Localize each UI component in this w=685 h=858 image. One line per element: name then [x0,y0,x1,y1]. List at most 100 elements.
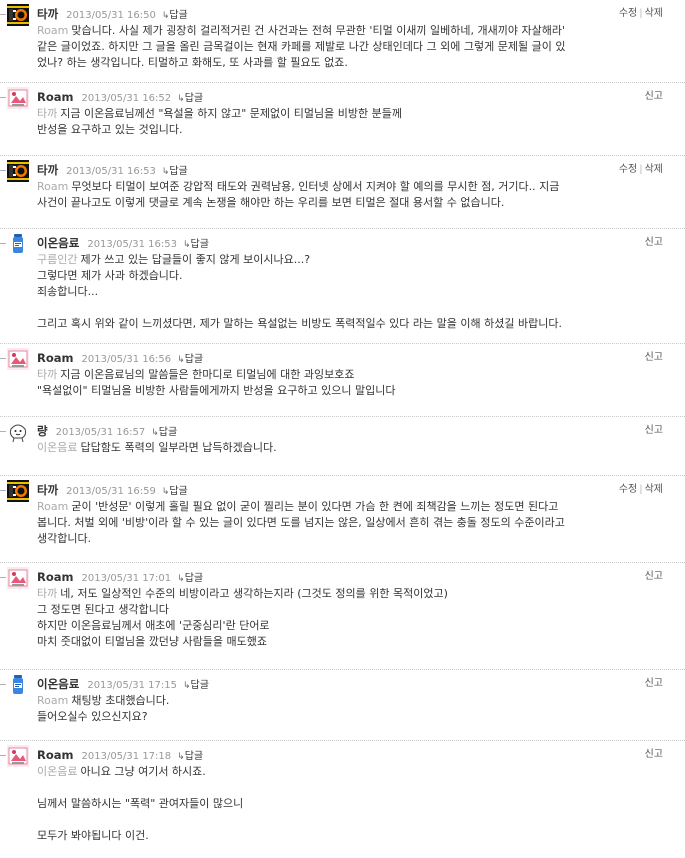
delete-button[interactable]: 삭제 [645,484,663,495]
report-button[interactable]: 신고 [645,571,663,582]
comment-line: 하지만 이온음료님께서 애초에 '군중심리'란 단어로 [37,618,663,634]
reply-target-nickname[interactable]: 타까 [37,368,57,381]
comment-line: 봅니다. 처벌 외에 '비방'이라 할 수 있는 글이 있다면 도를 넘지는 않… [37,515,663,531]
comment-line: 사건이 끝나고도 이렇게 댓글로 계속 논쟁을 해야만 하는 우리를 보면 티멀… [37,195,663,211]
comment-header: Roam 2013/05/31 16:56 ↳답글 [37,350,203,366]
comment-line: 었나? 하는 생각입니다. 티멀하고 화해도, 또 사과를 할 필요도 없죠. [37,55,663,71]
reply-button[interactable]: ↳답글 [162,486,188,497]
author-nickname[interactable]: 타까 [37,483,58,497]
taka-avatar-icon[interactable] [7,480,29,502]
delete-button[interactable]: 삭제 [645,164,663,175]
reply-target-nickname[interactable]: Roam [37,180,68,193]
reply-label: 답글 [184,573,204,584]
reply-target-nickname[interactable]: 이온음료 [37,441,77,454]
comment-header: 타까 2013/05/31 16:53 ↳답글 [37,162,188,178]
taka-avatar-icon[interactable] [7,160,29,182]
author-nickname[interactable]: 이온음료 [37,677,79,691]
reply-button[interactable]: ↳답글 [177,354,203,365]
reply-target-nickname[interactable]: Roam [37,24,68,37]
comment-text: 제가 쓰고 있는 답글들이 좋지 않게 보이시나요...? [80,253,311,266]
roam-avatar-icon[interactable] [7,745,29,767]
comment-text: 같은 글이었죠. 하지만 그 글을 올린 금목걸이는 현재 카페를 제발로 나간… [37,40,566,53]
comment-actions: 신고 [645,747,663,763]
comment-text: 채팅방 초대했습니다. [71,694,170,707]
reply-button[interactable]: ↳답글 [162,10,188,21]
comment-text: 죄송합니다... [37,285,99,298]
delete-button[interactable]: 삭제 [645,8,663,19]
comment-line: 타까 지금 이온음료님의 말씀들은 한마디로 티멀님에 대한 과잉보호죠 [37,367,663,383]
comment-body: Roam 맞습니다. 사실 제가 굉장히 걸리적거린 건 사건과는 전혀 무관한 … [37,23,663,71]
comment-header: Roam 2013/05/31 17:01 ↳답글 [37,569,203,585]
author-nickname[interactable]: Roam [37,351,74,365]
comment-line: Roam 무엇보다 티멀이 보여준 강압적 태도와 권력남용, 인터넷 상에서 지… [37,179,663,195]
reply-button[interactable]: ↳답글 [183,680,209,691]
reply-target-nickname[interactable]: 구름인간 [37,253,77,266]
report-button[interactable]: 신고 [645,425,663,436]
comment-date: 2013/05/31 16:50 [66,10,156,21]
comment-text: 무엇보다 티멀이 보여준 강압적 태도와 권력남용, 인터넷 상에서 지켜야 할… [71,180,560,193]
roam-avatar-icon[interactable] [7,567,29,589]
author-nickname[interactable]: 타까 [37,7,58,21]
comment-actions: 신고 [645,569,663,585]
reply-indent-line [0,490,6,491]
edit-button[interactable]: 수정 [619,8,637,19]
reply-button[interactable]: ↳답글 [183,239,209,250]
comment-actions: 수정 | 삭제 [619,162,663,178]
ion-avatar-icon[interactable] [7,674,29,696]
comment-item: 량 2013/05/31 16:57 ↳답글 신고 이온음료 답답함도 폭력의 일부라면 … [0,417,685,476]
reply-target-nickname[interactable]: Roam [37,694,68,707]
comment-line: 그 정도면 된다고 생각합니다 [37,602,663,618]
comment-body: Roam 채팅방 초대했습니다. 들어오실수 있으신지요? [37,693,663,725]
edit-button[interactable]: 수정 [619,164,637,175]
reply-button[interactable]: ↳답글 [177,573,203,584]
reply-button[interactable]: ↳답글 [162,166,188,177]
comment-line: Roam 굳이 '반성문' 이렇게 홀릴 필요 없이 굳이 찔리는 분이 있다면 … [37,499,663,515]
reply-indent-line [0,755,6,756]
taka-avatar-icon[interactable] [7,4,29,26]
ion-avatar-icon[interactable] [7,233,29,255]
roam-avatar-icon[interactable] [7,348,29,370]
reply-button[interactable]: ↳답글 [151,427,177,438]
report-button[interactable]: 신고 [645,749,663,760]
author-nickname[interactable]: Roam [37,748,74,762]
author-nickname[interactable]: 량 [37,424,48,438]
comment-body: 타까 지금 이온음료님께선 "욕설을 하지 않고" 문제없이 티멀님을 비방한 분… [37,106,663,138]
author-nickname[interactable]: 타까 [37,163,58,177]
comment-line: 들어오실수 있으신지요? [37,709,663,725]
reply-label: 답글 [158,427,178,438]
comment-item: Roam 2013/05/31 16:56 ↳답글 신고타까 지금 이온음료님의 말씀들… [0,344,685,417]
author-nickname[interactable]: 이온음료 [37,236,79,250]
comment-actions: 신고 [645,676,663,692]
reply-button[interactable]: ↳답글 [177,93,203,104]
comment-line: 이온음료 아니요 그냥 여기서 하시죠. [37,764,663,780]
comment-actions: 신고 [645,423,663,439]
author-nickname[interactable]: Roam [37,90,74,104]
report-button[interactable]: 신고 [645,352,663,363]
reply-target-nickname[interactable]: 타까 [37,587,57,600]
reply-target-nickname[interactable]: 이온음료 [37,765,77,778]
comment-text: 반성을 요구하고 있는 것입니다. [37,123,183,136]
comment-actions: 신고 [645,89,663,105]
comment-line: Roam 맞습니다. 사실 제가 굉장히 걸리적거린 건 사건과는 전혀 무관한 … [37,23,663,39]
comment-text: 었나? 하는 생각입니다. 티멀하고 화해도, 또 사과를 할 필요도 없죠. [37,56,348,69]
reply-label: 답글 [184,751,204,762]
roam-avatar-icon[interactable] [7,87,29,109]
comment-actions: 신고 [645,350,663,366]
comment-header: Roam 2013/05/31 16:52 ↳답글 [37,89,203,105]
report-button[interactable]: 신고 [645,237,663,248]
reply-arrow-icon: ↳ [177,752,185,762]
comment-body: Roam 무엇보다 티멀이 보여준 강압적 태도와 권력남용, 인터넷 상에서 지… [37,179,663,211]
reply-label: 답글 [190,680,209,691]
reply-target-nickname[interactable]: 타까 [37,107,57,120]
report-button[interactable]: 신고 [645,91,663,102]
reply-button[interactable]: ↳답글 [177,751,203,762]
author-nickname[interactable]: Roam [37,570,74,584]
comment-text: 봅니다. 처벌 외에 '비방'이라 할 수 있는 글이 있다면 도를 넘지는 않… [37,516,565,529]
comment-actions: 수정 | 삭제 [619,482,663,498]
reply-target-nickname[interactable]: Roam [37,500,68,513]
ryang-avatar-icon[interactable] [7,421,29,443]
edit-button[interactable]: 수정 [619,484,637,495]
comment-text: 들어오실수 있으신지요? [37,710,148,723]
report-button[interactable]: 신고 [645,678,663,689]
